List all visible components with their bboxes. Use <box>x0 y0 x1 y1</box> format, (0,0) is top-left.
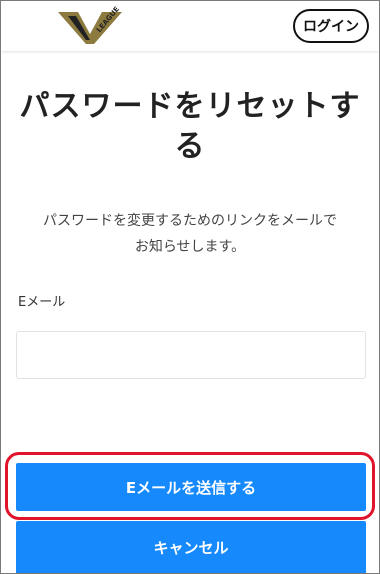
page-title: パスワードをリセットす る <box>11 87 369 167</box>
page-title-line2: る <box>174 129 206 164</box>
page-frame: LEAGUE ログイン パスワードをリセットす る パスワードを変更するためのリ… <box>0 0 380 574</box>
description-line2: お知らせします。 <box>134 239 246 255</box>
cancel-button[interactable]: キャンセル <box>16 521 366 573</box>
description: パスワードを変更するためのリンクをメールで お知らせします。 <box>15 208 365 260</box>
email-input[interactable] <box>16 331 366 379</box>
highlight-frame <box>5 452 375 520</box>
description-line1: パスワードを変更するためのリンクをメールで <box>43 213 337 229</box>
email-label: Eメール <box>18 295 66 310</box>
top-header: LEAGUE ログイン <box>1 1 379 51</box>
page-title-line1: パスワードをリセットす <box>19 89 361 124</box>
login-button[interactable]: ログイン <box>293 9 369 43</box>
league-logo[interactable]: LEAGUE <box>56 4 124 46</box>
